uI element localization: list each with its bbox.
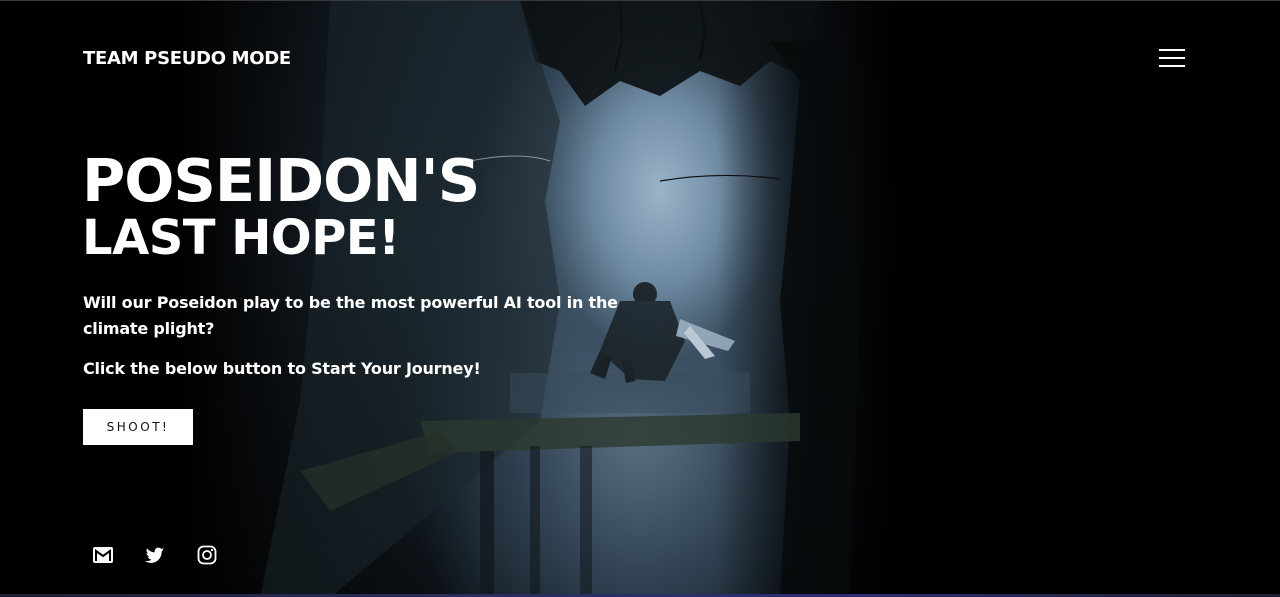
gmail-icon[interactable] [92,544,114,566]
cta-text: Click the below button to Start Your Jou… [83,359,481,378]
brand-logo[interactable]: TEAM PSEUDO MODE [83,48,291,69]
hero-title: POSEIDON'S LAST HOPE! [82,146,480,266]
instagram-icon[interactable] [196,544,218,566]
menu-line-bottom [1159,65,1185,67]
menu-line-top [1159,49,1185,51]
hero-title-line1: POSEIDON'S [82,146,480,215]
hamburger-menu-icon[interactable] [1156,49,1188,71]
twitter-icon[interactable] [144,544,166,566]
hero-title-line2: LAST HOPE! [82,210,400,266]
menu-line-middle [1159,57,1185,59]
landing-page: TEAM PSEUDO MODE POSEIDON'S LAST HOPE! W… [0,0,1280,597]
shoot-button[interactable]: SHOOT! [83,409,193,445]
social-links [92,544,218,566]
hero-subtitle: Will our Poseidon play to be the most po… [83,293,618,338]
